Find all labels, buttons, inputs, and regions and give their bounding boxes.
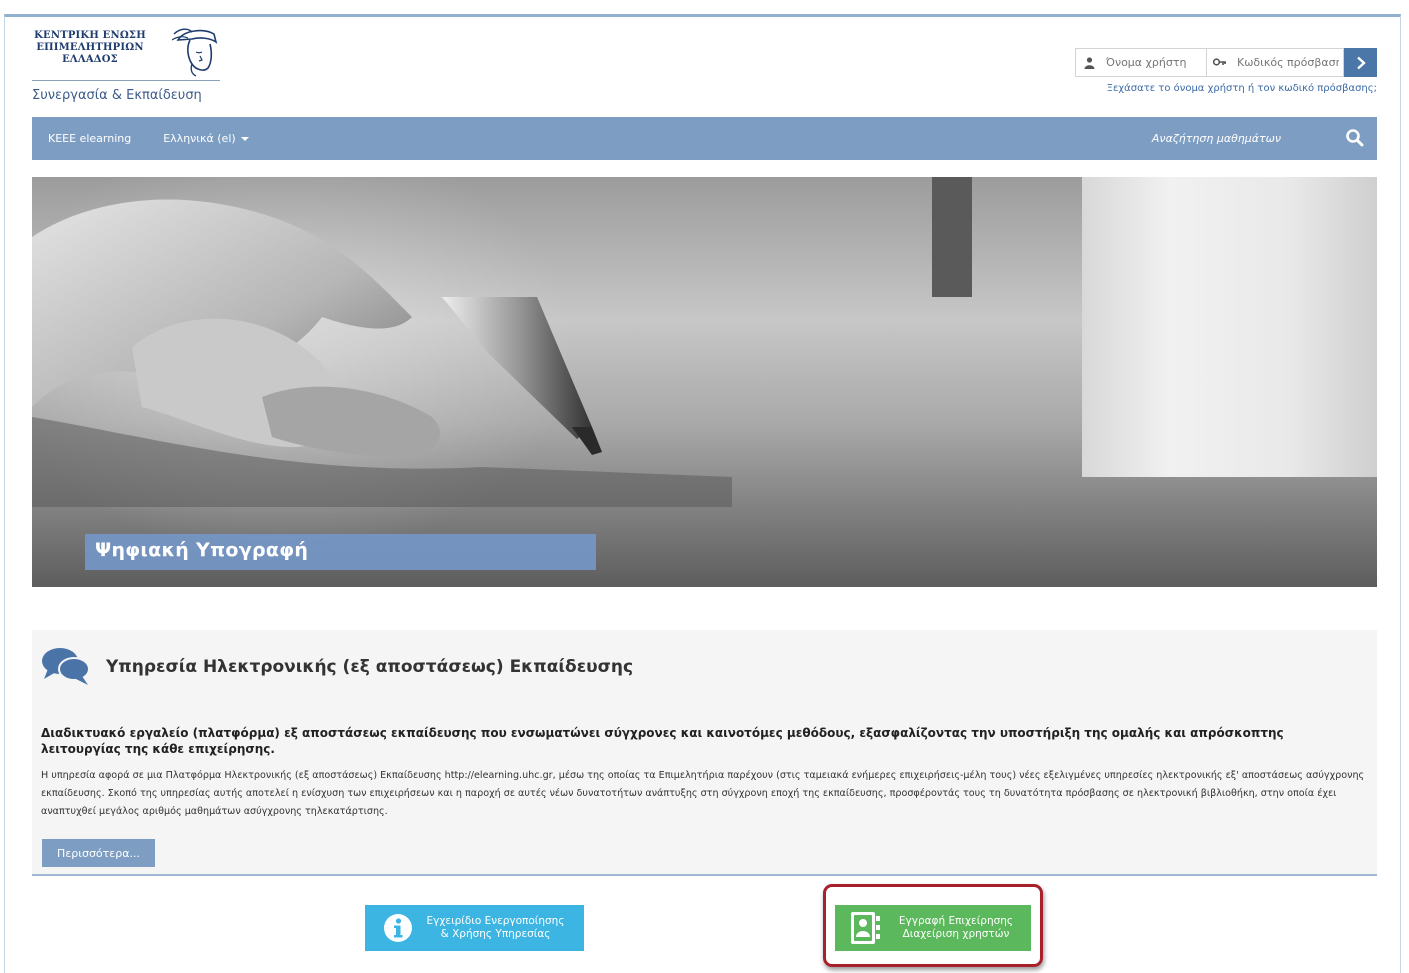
site-logo[interactable]: ΚΕΝΤΡΙΚΗ ΕΝΩΣΗ ΕΠΙΜΕΛΗΤΗΡΙΩΝ ΕΛΛΑΔΟΣ Συν… <box>32 26 222 106</box>
service-lead-text: Διαδικτυακό εργαλείο (πλατφόρμα) εξ αποσ… <box>41 726 1284 756</box>
caret-down-icon <box>240 136 249 141</box>
key-icon <box>1207 49 1233 76</box>
chevron-right-icon <box>1356 56 1366 69</box>
hermes-head-icon <box>171 28 218 77</box>
language-selector[interactable]: Ελληνικά (el) <box>163 132 249 145</box>
username-field[interactable] <box>1075 48 1207 77</box>
user-manual-button[interactable]: Εγχειρίδιο Ενεργοποίησης & Χρήσης Υπηρεσ… <box>365 905 584 951</box>
password-input[interactable] <box>1233 49 1343 76</box>
logo-text: ΚΕΝΤΡΙΚΗ ΕΝΩΣΗ ΕΠΙΜΕΛΗΤΗΡΙΩΝ ΕΛΛΑΔΟΣ <box>34 30 146 66</box>
user-icon <box>1076 49 1102 76</box>
logo-tagline: Συνεργασία & Εκπαίδευση <box>32 88 202 103</box>
logo-line-2: ΕΠΙΜΕΛΗΤΗΡΙΩΝ <box>36 42 144 53</box>
password-field[interactable] <box>1207 48 1344 77</box>
hand-with-pen-image <box>32 199 732 507</box>
hero-banner: Ψηφιακή Υπογραφή <box>32 177 1377 587</box>
user-manual-label-line-2: & Χρήσης Υπηρεσίας <box>440 928 551 940</box>
login-form <box>1075 48 1377 77</box>
logo-line-3: ΕΛΛΑΔΟΣ <box>62 54 118 65</box>
business-registration-label-line-1: Εγγραφή Επιχείρησης <box>898 915 1014 927</box>
business-registration-button[interactable]: Εγγραφή Επιχείρησης Διαχείριση χρηστών <box>835 905 1031 951</box>
top-navbar: KEEE elearning Ελληνικά (el) Αναζήτηση μ… <box>32 117 1377 160</box>
logo-line-1: ΚΕΝΤΡΙΚΗ ΕΝΩΣΗ <box>34 30 146 41</box>
course-search-link[interactable]: Αναζήτηση μαθημάτων <box>1152 132 1281 145</box>
service-info-panel: Υπηρεσία Ηλεκτρονικής (εξ αποστάσεως) Εκ… <box>32 630 1377 876</box>
hero-background-window <box>1082 177 1377 477</box>
login-submit-button[interactable] <box>1344 48 1377 77</box>
forgot-credentials-link[interactable]: Ξεχάσατε το όνομα χρήστη ή τον κωδικό πρ… <box>1107 83 1377 94</box>
hero-background-shape <box>932 177 972 297</box>
username-input[interactable] <box>1102 49 1206 76</box>
user-manual-label-line-1: Εγχειρίδιο Ενεργοποίησης <box>426 915 565 927</box>
business-registration-label-line-2: Διαχείριση χρηστών <box>902 928 1010 940</box>
hero-caption: Ψηφιακή Υπογραφή <box>85 534 596 570</box>
language-label: Ελληνικά (el) <box>163 132 236 145</box>
chat-bubbles-icon <box>42 648 90 685</box>
info-icon <box>384 914 412 942</box>
user-manual-label: Εγχειρίδιο Ενεργοποίησης & Χρήσης Υπηρεσ… <box>413 915 584 941</box>
service-description: Η υπηρεσία αφορά σε μια Πλατφόρμα Ηλεκτρ… <box>41 770 1365 817</box>
nav-brand-link[interactable]: KEEE elearning <box>48 132 131 145</box>
address-book-icon <box>851 912 880 944</box>
more-button[interactable]: Περισσότερα... <box>42 839 155 867</box>
service-title: Υπηρεσία Ηλεκτρονικής (εξ αποστάσεως) Εκ… <box>106 657 634 677</box>
logo-divider <box>32 80 220 81</box>
business-registration-label: Εγγραφή Επιχείρησης Διαχείριση χρηστών <box>881 915 1031 941</box>
search-icon[interactable] <box>1345 128 1365 148</box>
